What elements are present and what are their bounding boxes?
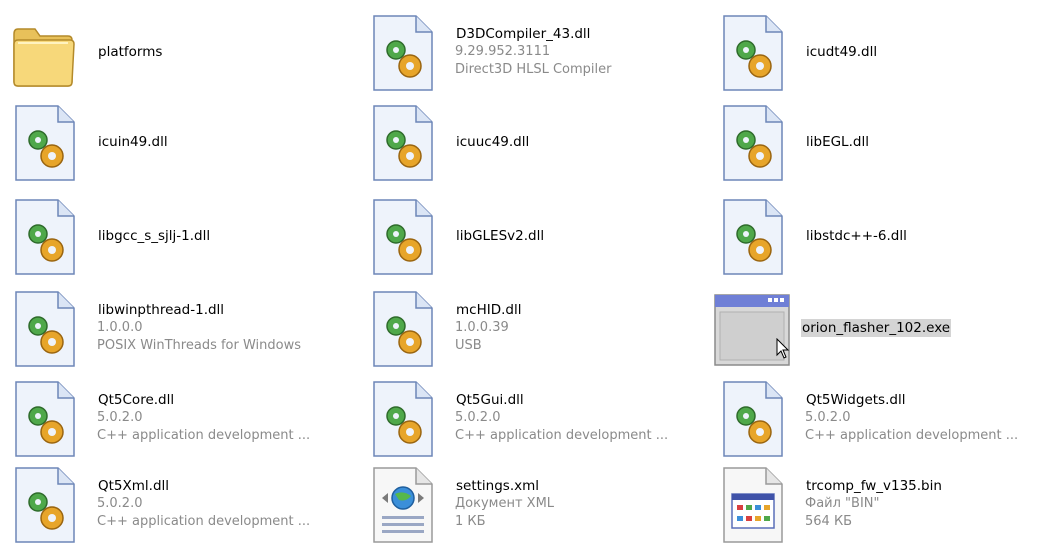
file-item-settings-xml[interactable]: settings.xml Документ XML 1 КБ — [366, 464, 706, 544]
file-name: Qt5Widgets.dll — [806, 392, 906, 408]
file-name: libEGL.dll — [806, 134, 869, 150]
xml-file-icon — [366, 464, 442, 544]
file-version: 5.0.2.0 — [97, 410, 143, 425]
dll-icon — [716, 102, 792, 182]
file-item-libstdcpp[interactable]: libstdc++-6.dll — [716, 196, 1056, 276]
file-type: Файл "BIN" — [805, 496, 880, 511]
file-type: Документ XML — [455, 496, 555, 511]
file-item-orion-flasher[interactable]: orion_flasher_102.exe — [712, 288, 1052, 368]
dll-icon — [716, 196, 792, 276]
file-description: C++ application development ... — [97, 428, 311, 443]
file-item-icudt49[interactable]: icudt49.dll — [716, 12, 1056, 92]
file-description: C++ application development ... — [97, 514, 311, 529]
file-name: orion_flasher_102.exe — [801, 319, 952, 337]
file-item-qt5gui[interactable]: Qt5Gui.dll 5.0.2.0 C++ application devel… — [366, 378, 706, 458]
dll-icon — [366, 12, 442, 92]
file-item-libgcc[interactable]: libgcc_s_sjlj-1.dll — [8, 196, 348, 276]
dll-icon — [716, 12, 792, 92]
dll-icon — [8, 196, 84, 276]
file-name: libgcc_s_sjlj-1.dll — [98, 228, 211, 244]
file-item-libglesv2[interactable]: libGLESv2.dll — [366, 196, 706, 276]
dll-icon — [366, 102, 442, 182]
file-item-qt5widgets[interactable]: Qt5Widgets.dll 5.0.2.0 C++ application d… — [716, 378, 1056, 458]
file-item-qt5xml[interactable]: Qt5Xml.dll 5.0.2.0 C++ application devel… — [8, 464, 348, 544]
file-item-icuin49[interactable]: icuin49.dll — [8, 102, 348, 182]
file-name: icuin49.dll — [98, 134, 168, 150]
file-version: 9.29.952.3111 — [455, 44, 551, 59]
file-item-icuuc49[interactable]: icuuc49.dll — [366, 102, 706, 182]
file-item-platforms[interactable]: platforms — [8, 12, 348, 92]
dll-icon — [366, 378, 442, 458]
file-name: icuuc49.dll — [456, 134, 530, 150]
dll-icon — [8, 288, 84, 368]
file-item-libegl[interactable]: libEGL.dll — [716, 102, 1056, 182]
file-version: 5.0.2.0 — [805, 410, 851, 425]
dll-icon — [716, 378, 792, 458]
file-name: settings.xml — [456, 478, 540, 494]
bin-file-icon — [716, 464, 792, 544]
file-size: 1 КБ — [455, 514, 486, 529]
file-description: USB — [455, 338, 482, 353]
file-description: C++ application development ... — [455, 428, 669, 443]
file-size: 564 КБ — [805, 514, 853, 529]
file-name: D3DCompiler_43.dll — [456, 26, 591, 42]
file-name: libwinpthread-1.dll — [98, 302, 225, 318]
file-name: libstdc++-6.dll — [806, 228, 907, 244]
exe-window-icon — [712, 288, 790, 368]
dll-icon — [8, 102, 84, 182]
file-list-tiles-view: platforms D3DCompiler_43.dll 9.29.952.31… — [0, 0, 1057, 547]
file-item-mchid[interactable]: mcHID.dll 1.0.0.39 USB — [366, 288, 706, 368]
file-name: Qt5Core.dll — [98, 392, 175, 408]
dll-icon — [8, 464, 84, 544]
file-name: Qt5Xml.dll — [98, 478, 170, 494]
file-name: platforms — [98, 44, 163, 60]
dll-icon — [366, 288, 442, 368]
file-name: libGLESv2.dll — [456, 228, 545, 244]
file-version: 1.0.0.0 — [97, 320, 143, 335]
dll-icon — [366, 196, 442, 276]
file-description: C++ application development ... — [805, 428, 1019, 443]
file-name: Qt5Gui.dll — [456, 392, 524, 408]
file-version: 5.0.2.0 — [455, 410, 501, 425]
dll-icon — [8, 378, 84, 458]
file-item-libwinpthread[interactable]: libwinpthread-1.dll 1.0.0.0 POSIX WinThr… — [8, 288, 348, 368]
file-description: Direct3D HLSL Compiler — [455, 62, 612, 77]
file-description: POSIX WinThreads for Windows — [97, 338, 302, 353]
file-name: mcHID.dll — [456, 302, 522, 318]
folder-icon — [8, 12, 84, 92]
file-name: icudt49.dll — [806, 44, 878, 60]
file-version: 5.0.2.0 — [97, 496, 143, 511]
file-version: 1.0.0.39 — [455, 320, 509, 335]
file-item-d3dcompiler[interactable]: D3DCompiler_43.dll 9.29.952.3111 Direct3… — [366, 12, 706, 92]
file-item-qt5core[interactable]: Qt5Core.dll 5.0.2.0 C++ application deve… — [8, 378, 348, 458]
file-name: trcomp_fw_v135.bin — [806, 478, 942, 494]
file-item-trcomp-bin[interactable]: trcomp_fw_v135.bin Файл "BIN" 564 КБ — [716, 464, 1056, 544]
